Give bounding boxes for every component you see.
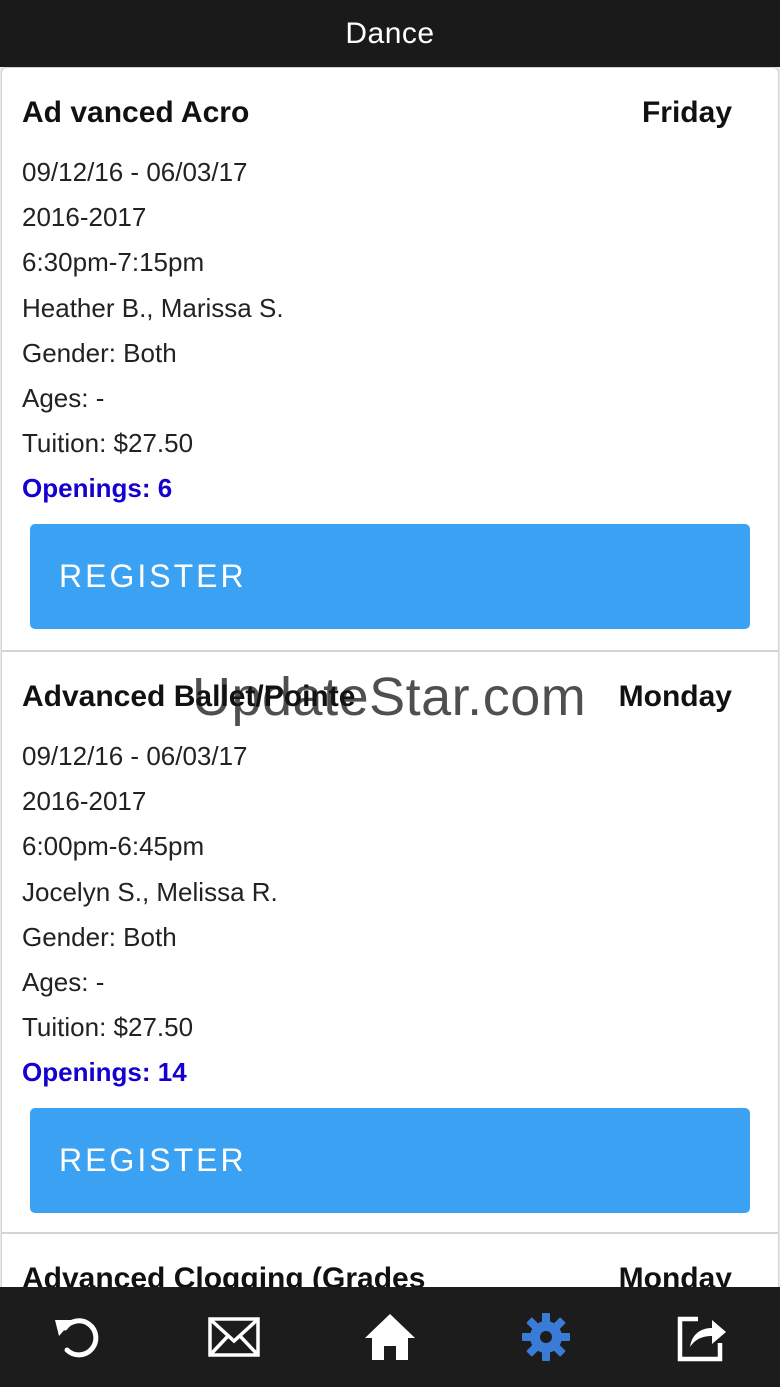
back-button[interactable] bbox=[48, 1307, 108, 1367]
class-card: Advanced Ballet/Pointe Monday 09/12/16 -… bbox=[1, 651, 779, 1233]
class-day: Monday bbox=[618, 680, 732, 713]
class-name: Ad vanced Acro bbox=[22, 96, 250, 129]
class-name: Advanced Ballet/Pointe bbox=[22, 680, 356, 713]
class-season: 2016-2017 bbox=[22, 786, 147, 817]
class-openings: Openings: 6 bbox=[22, 473, 173, 504]
class-list[interactable]: Ad vanced Acro Friday 09/12/16 - 06/03/1… bbox=[0, 67, 780, 1287]
class-time: 6:30pm-7:15pm bbox=[22, 247, 205, 278]
class-card: Ad vanced Acro Friday 09/12/16 - 06/03/1… bbox=[1, 67, 779, 651]
class-openings: Openings: 14 bbox=[22, 1057, 187, 1088]
class-gender: Gender: Both bbox=[22, 337, 177, 368]
class-season: 2016-2017 bbox=[22, 202, 147, 233]
class-instructors: Jocelyn S., Melissa R. bbox=[22, 876, 278, 907]
class-details: 09/12/16 - 06/03/17 2016-2017 6:00pm-6:4… bbox=[22, 734, 278, 1096]
class-gender: Gender: Both bbox=[22, 921, 177, 952]
page-title: Dance bbox=[345, 16, 435, 50]
class-tuition: Tuition: $27.50 bbox=[22, 1012, 194, 1043]
class-dates: 09/12/16 - 06/03/17 bbox=[22, 157, 248, 187]
home-icon bbox=[363, 1312, 417, 1362]
class-ages: Ages: - bbox=[22, 967, 105, 998]
class-tuition: Tuition: $27.50 bbox=[22, 428, 194, 459]
share-icon bbox=[676, 1311, 728, 1363]
gear-icon bbox=[520, 1311, 572, 1363]
settings-button[interactable] bbox=[516, 1307, 576, 1367]
class-day: Monday bbox=[618, 1262, 732, 1287]
mail-button[interactable] bbox=[204, 1307, 264, 1367]
mail-icon bbox=[208, 1317, 260, 1357]
class-day: Friday bbox=[641, 96, 732, 129]
class-card: Advanced Clogging (Grades Monday bbox=[1, 1233, 779, 1287]
register-button[interactable]: REGISTER bbox=[30, 524, 750, 629]
share-button[interactable] bbox=[672, 1307, 732, 1367]
class-name: Advanced Clogging (Grades bbox=[22, 1262, 426, 1287]
home-button[interactable] bbox=[360, 1307, 420, 1367]
app-header: Dance bbox=[0, 0, 780, 67]
class-ages: Ages: - bbox=[22, 383, 105, 414]
class-instructors: Heather B., Marissa S. bbox=[22, 292, 284, 323]
class-dates: 09/12/16 - 06/03/17 bbox=[22, 741, 248, 771]
bottom-nav bbox=[0, 1287, 780, 1387]
class-details: 09/12/16 - 06/03/17 2016-2017 6:30pm-7:1… bbox=[22, 150, 284, 512]
undo-icon bbox=[51, 1310, 105, 1364]
register-button[interactable]: REGISTER bbox=[30, 1108, 750, 1213]
class-time: 6:00pm-6:45pm bbox=[22, 831, 205, 862]
